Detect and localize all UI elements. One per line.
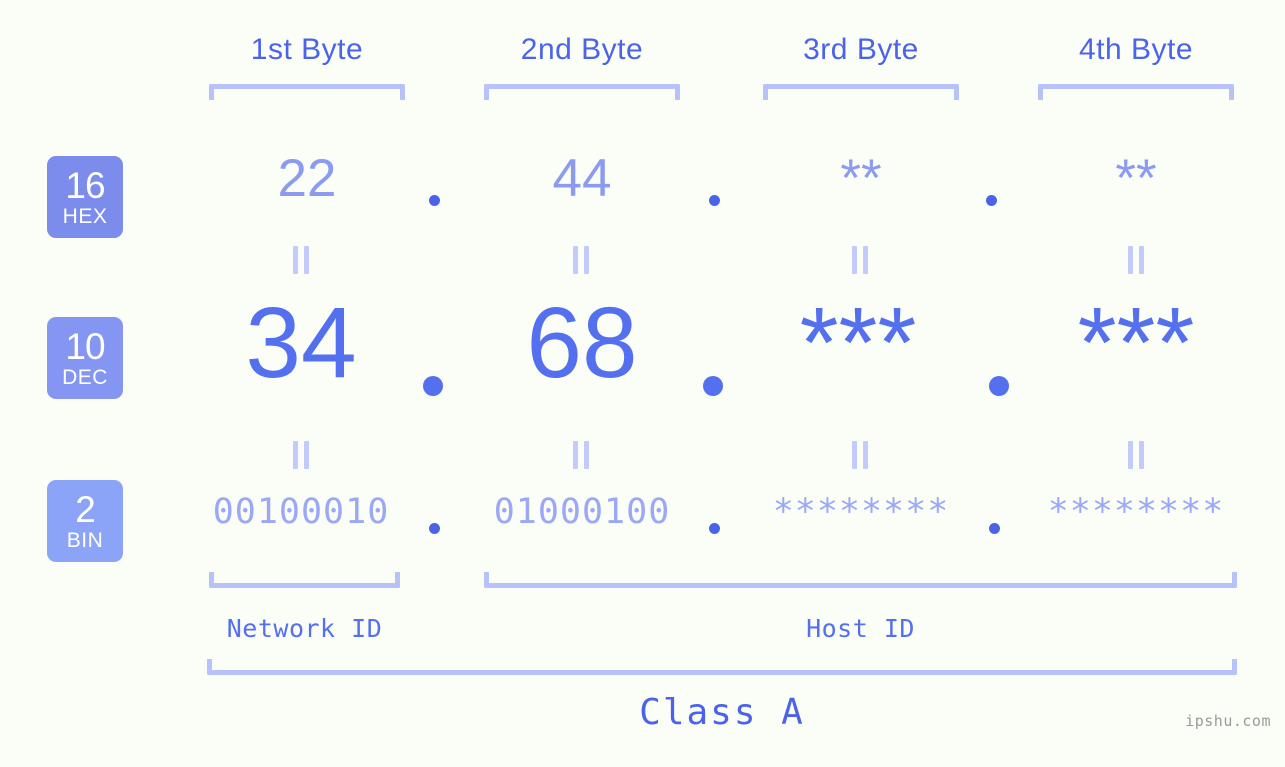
byte-header-2: 2nd Byte bbox=[484, 33, 680, 67]
bin-byte-3-value: ******** bbox=[772, 492, 950, 532]
bin-byte-4: ******** bbox=[1038, 495, 1234, 530]
bin-separator-3 bbox=[989, 523, 1000, 534]
network-id-text: Network ID bbox=[226, 614, 383, 643]
bin-byte-2-value: 01000100 bbox=[493, 492, 671, 532]
bin-byte-1-value: 00100010 bbox=[212, 492, 390, 532]
byte-header-4-label: 4th Byte bbox=[1078, 33, 1194, 66]
equals-separator-hexdec-3 bbox=[848, 246, 872, 274]
ip-byte-diagram: 1st Byte 2nd Byte 3rd Byte 4th Byte 16 H… bbox=[0, 0, 1285, 767]
bin-separator-2 bbox=[709, 523, 720, 534]
byte-header-4: 4th Byte bbox=[1038, 33, 1234, 67]
byte-bracket-3 bbox=[763, 84, 959, 100]
byte-bracket-1 bbox=[209, 84, 405, 100]
equals-separator-hexdec-2 bbox=[569, 246, 593, 274]
base-badge-bin-number: 2 bbox=[75, 489, 96, 530]
hex-separator-1 bbox=[429, 195, 440, 206]
site-watermark-text: ipshu.com bbox=[1185, 712, 1271, 730]
hex-separator-2 bbox=[709, 195, 720, 206]
byte-header-1-label: 1st Byte bbox=[250, 33, 364, 66]
byte-header-1: 1st Byte bbox=[209, 33, 405, 67]
byte-header-2-label: 2nd Byte bbox=[520, 33, 644, 66]
equals-separator-hexdec-4 bbox=[1124, 246, 1148, 274]
base-badge-dec-number: 10 bbox=[65, 326, 105, 367]
hex-byte-3: ** bbox=[763, 152, 959, 205]
base-badge-dec-abbr: DEC bbox=[62, 366, 108, 389]
dec-separator-2 bbox=[703, 376, 723, 396]
dec-byte-3: *** bbox=[760, 293, 956, 393]
dec-byte-2: 68 bbox=[484, 293, 680, 393]
bin-byte-3: ******** bbox=[763, 495, 959, 530]
base-badge-bin: 2 BIN bbox=[47, 480, 123, 562]
base-badge-dec: 10 DEC bbox=[47, 317, 123, 399]
hex-separator-3 bbox=[986, 195, 997, 206]
base-badge-hex-abbr: HEX bbox=[62, 205, 108, 228]
class-label: Class A bbox=[207, 692, 1237, 733]
hex-byte-2: 44 bbox=[484, 152, 680, 205]
host-id-text: Host ID bbox=[806, 614, 915, 643]
equals-separator-decbin-3 bbox=[848, 441, 872, 469]
hex-byte-4: ** bbox=[1038, 152, 1234, 205]
class-bracket bbox=[207, 659, 1237, 675]
hex-byte-1: 22 bbox=[209, 152, 405, 205]
hex-byte-4-value: ** bbox=[1115, 149, 1157, 208]
network-id-label: Network ID bbox=[209, 614, 400, 643]
network-id-bracket bbox=[209, 572, 400, 588]
hex-byte-3-value: ** bbox=[840, 149, 882, 208]
site-watermark: ipshu.com bbox=[1185, 712, 1271, 730]
equals-separator-decbin-4 bbox=[1124, 441, 1148, 469]
dec-byte-2-value: 68 bbox=[526, 287, 638, 399]
base-badge-hex-number: 16 bbox=[65, 165, 105, 206]
dec-byte-1-value: 34 bbox=[245, 287, 357, 399]
bin-byte-1: 00100010 bbox=[203, 495, 399, 530]
dec-byte-4: *** bbox=[1038, 293, 1234, 393]
dec-separator-1 bbox=[423, 376, 443, 396]
byte-header-3: 3rd Byte bbox=[763, 33, 959, 67]
equals-separator-hexdec-1 bbox=[289, 246, 313, 274]
bin-separator-1 bbox=[429, 523, 440, 534]
class-text: Class A bbox=[639, 692, 805, 733]
hex-byte-2-value: 44 bbox=[552, 149, 612, 208]
bin-byte-4-value: ******** bbox=[1047, 492, 1225, 532]
dec-byte-1: 34 bbox=[203, 293, 399, 393]
host-id-label: Host ID bbox=[484, 614, 1237, 643]
base-badge-hex: 16 HEX bbox=[47, 156, 123, 238]
byte-bracket-4 bbox=[1038, 84, 1234, 100]
bin-byte-2: 01000100 bbox=[484, 495, 680, 530]
byte-header-3-label: 3rd Byte bbox=[803, 33, 919, 66]
dec-separator-3 bbox=[989, 376, 1009, 396]
byte-bracket-2 bbox=[484, 84, 680, 100]
equals-separator-decbin-2 bbox=[569, 441, 593, 469]
host-id-bracket bbox=[484, 572, 1237, 588]
hex-byte-1-value: 22 bbox=[277, 149, 337, 208]
dec-byte-4-value: *** bbox=[1077, 287, 1195, 399]
base-badge-bin-abbr: BIN bbox=[66, 529, 104, 552]
equals-separator-decbin-1 bbox=[289, 441, 313, 469]
dec-byte-3-value: *** bbox=[799, 287, 917, 399]
